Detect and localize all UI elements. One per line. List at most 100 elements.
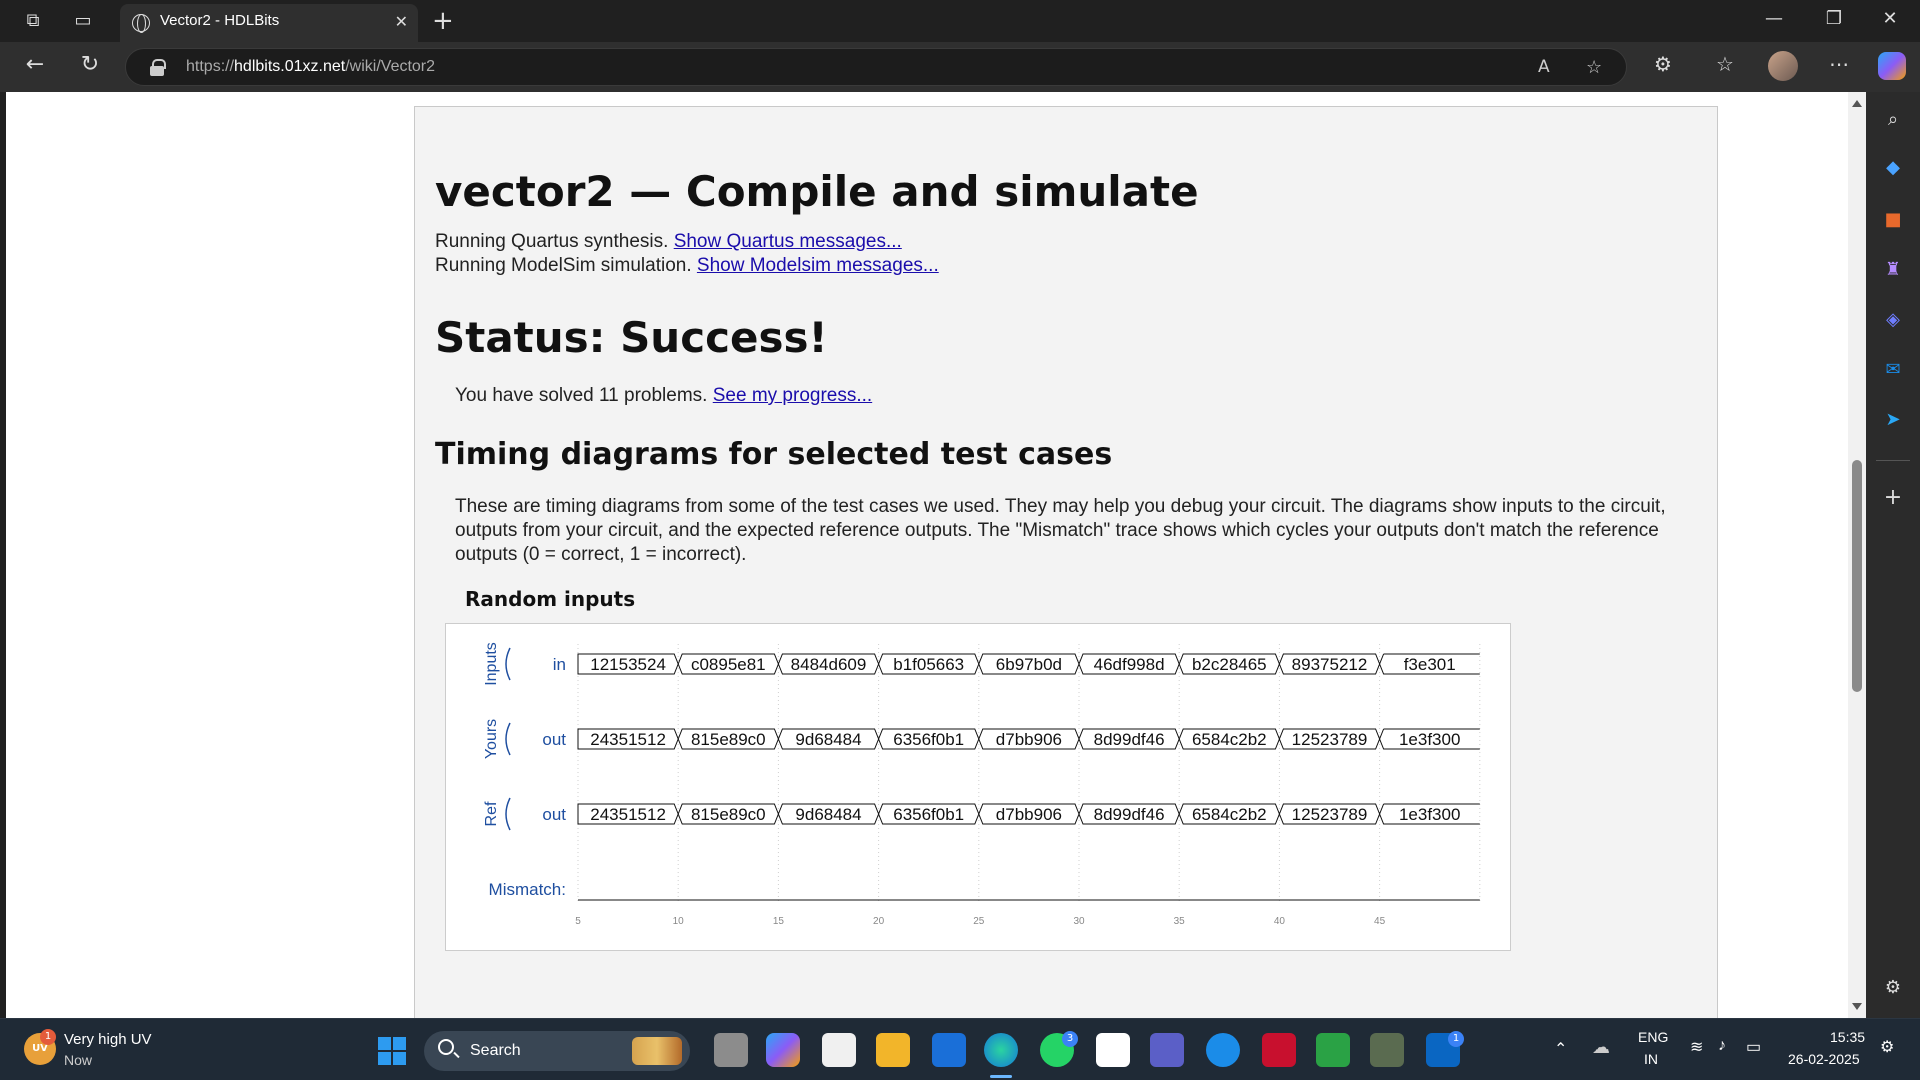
shopping-tag-icon[interactable]: ◆: [1879, 154, 1907, 182]
search-icon[interactable]: ⌕: [1879, 106, 1907, 134]
minimize-icon[interactable]: —: [1754, 8, 1794, 29]
read-aloud-icon[interactable]: A: [1538, 57, 1550, 77]
volume-icon[interactable]: ♪: [1718, 1037, 1726, 1055]
solved-line: You have solved 11 problems. See my prog…: [455, 385, 873, 406]
tick-label: 30: [1073, 916, 1085, 927]
search-icon: [438, 1039, 454, 1055]
signal-value: 12523789: [1292, 805, 1368, 824]
app-icon[interactable]: [1370, 1033, 1404, 1067]
settings-icon[interactable]: ⚙: [1879, 974, 1907, 1002]
extensions-icon[interactable]: ⚙: [1648, 52, 1678, 76]
copilot-sidebar-icon[interactable]: ◈: [1879, 306, 1907, 334]
notification-icon[interactable]: ⚙: [1880, 1037, 1894, 1057]
mcafee-icon[interactable]: [1262, 1033, 1296, 1067]
signal-value: 815e89c0: [691, 730, 766, 749]
scroll-down-icon[interactable]: [1852, 1003, 1862, 1010]
address-bar[interactable]: https://hdlbits.01xz.net/wiki/Vector2 A …: [125, 48, 1627, 86]
back-icon[interactable]: ←: [20, 52, 50, 77]
scroll-thumb[interactable]: [1852, 460, 1862, 692]
active-app-indicator: [990, 1075, 1012, 1078]
tools-icon[interactable]: ■: [1879, 206, 1907, 234]
close-tab-icon[interactable]: ✕: [395, 12, 408, 31]
page-title: vector2 — Compile and simulate: [435, 167, 1199, 216]
tab-actions-icon[interactable]: ▭: [70, 8, 96, 34]
onedrive-icon[interactable]: ☁: [1592, 1037, 1610, 1058]
battery-icon[interactable]: ▭: [1746, 1037, 1761, 1057]
timing-diagram-svg: Inputs Yours Ref in 12153524 c0895e81 8484d609…: [483, 642, 1481, 927]
taskbar-search-label: Search: [470, 1042, 521, 1059]
whatsapp-badge: 3: [1062, 1031, 1078, 1047]
modelsim-line: Running ModelSim simulation. Show Models…: [435, 255, 939, 276]
vertical-scrollbar[interactable]: [1848, 92, 1866, 1018]
tick-label: 10: [673, 916, 685, 927]
signal-value: 12153524: [590, 655, 666, 674]
weather-badge: 1: [40, 1029, 56, 1045]
clock-date[interactable]: 26-02-2025: [1788, 1051, 1860, 1067]
signal-value: c0895e81: [691, 655, 766, 674]
language-secondary[interactable]: IN: [1644, 1051, 1658, 1067]
store-icon[interactable]: [1096, 1033, 1130, 1067]
teams-icon[interactable]: [1150, 1033, 1184, 1067]
tick-label: 45: [1374, 916, 1386, 927]
signal-value: b1f05663: [893, 655, 964, 674]
tab-vector2[interactable]: Vector2 - HDLBits ✕: [120, 4, 418, 42]
games-icon[interactable]: ♜: [1879, 256, 1907, 284]
scroll-up-icon[interactable]: [1852, 100, 1862, 107]
copilot-icon[interactable]: [1878, 52, 1906, 80]
modelsim-messages-link[interactable]: Show Modelsim messages...: [697, 255, 939, 276]
random-inputs-heading: Random inputs: [465, 587, 636, 611]
add-icon[interactable]: +: [1879, 484, 1907, 512]
more-icon[interactable]: ⋯: [1824, 52, 1854, 76]
signal-value: 12523789: [1292, 730, 1368, 749]
tray-chevron-icon[interactable]: ⌃: [1554, 1039, 1567, 1059]
myhp-icon[interactable]: [932, 1033, 966, 1067]
group-label: Inputs: [483, 642, 500, 686]
new-tab-icon[interactable]: +: [432, 6, 454, 36]
language-primary[interactable]: ENG: [1638, 1029, 1668, 1045]
close-window-icon[interactable]: ✕: [1870, 8, 1910, 29]
restore-icon[interactable]: ❐: [1814, 8, 1854, 29]
signal-value: 8d99df46: [1094, 805, 1165, 824]
wifi-icon[interactable]: ≋: [1690, 1037, 1703, 1057]
linkedin-badge: 1: [1448, 1031, 1464, 1047]
tick-label: 35: [1174, 916, 1186, 927]
tick-label: 40: [1274, 916, 1286, 927]
outlook-icon[interactable]: ✉: [1879, 356, 1907, 384]
url-text[interactable]: https://hdlbits.01xz.net/wiki/Vector2: [186, 58, 435, 76]
clock-time[interactable]: 15:35: [1830, 1029, 1865, 1045]
favorite-star-icon[interactable]: ☆: [1586, 57, 1602, 78]
tab-title: Vector2 - HDLBits: [160, 12, 280, 29]
quartus-line: Running Quartus synthesis. Show Quartus …: [435, 231, 902, 252]
progress-link[interactable]: See my progress...: [713, 385, 872, 406]
group-label: Ref: [483, 801, 500, 826]
search-highlight-icon: [632, 1037, 682, 1065]
task-view-icon[interactable]: [714, 1033, 748, 1067]
quartus-messages-link[interactable]: Show Quartus messages...: [674, 231, 902, 252]
timing-heading: Timing diagrams for selected test cases: [435, 437, 1113, 472]
favorites-icon[interactable]: ☆: [1710, 52, 1740, 76]
signal-value: 1e3f300: [1399, 805, 1460, 824]
copilot-app-icon[interactable]: [766, 1033, 800, 1067]
signal-value: 9d68484: [795, 730, 861, 749]
profile-avatar[interactable]: [1768, 51, 1798, 81]
send-icon[interactable]: ➤: [1879, 406, 1907, 434]
help-icon[interactable]: [1206, 1033, 1240, 1067]
signal-name: out: [542, 730, 566, 749]
edge-icon[interactable]: [984, 1033, 1018, 1067]
workspaces-icon[interactable]: ⧉: [20, 8, 46, 34]
content-panel: vector2 — Compile and simulate Running Q…: [414, 106, 1718, 1018]
chatgpt-icon[interactable]: [822, 1033, 856, 1067]
file-explorer-icon[interactable]: [876, 1033, 910, 1067]
refresh-icon[interactable]: ↻: [75, 52, 105, 77]
signal-value: 6356f0b1: [893, 805, 964, 824]
signal-name: out: [542, 805, 566, 824]
lock-icon[interactable]: [150, 59, 166, 76]
weather-title[interactable]: Very high UV: [64, 1031, 152, 1048]
taskbar-search[interactable]: Search: [424, 1031, 690, 1071]
group-label: Yours: [483, 719, 500, 759]
start-icon[interactable]: [378, 1037, 406, 1065]
signal-value: f3e301: [1404, 655, 1456, 674]
tick-label: 25: [973, 916, 985, 927]
weather-subtitle: Now: [64, 1052, 93, 1068]
gallery-icon[interactable]: [1316, 1033, 1350, 1067]
